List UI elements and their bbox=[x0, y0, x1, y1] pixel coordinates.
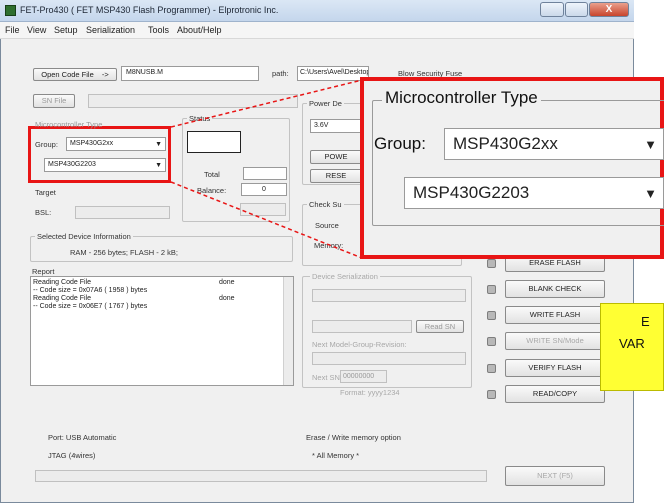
zoom-micro-type-title: Microcontroller Type bbox=[382, 88, 541, 108]
dropdown-arrow-icon: ▼ bbox=[644, 186, 657, 201]
zoom-device-select[interactable]: MSP430G2203 ▼ bbox=[404, 177, 664, 209]
zoom-device-select-value: MSP430G2203 bbox=[413, 183, 530, 202]
yellow-callout: E VAR bbox=[600, 303, 664, 391]
zoom-group-select[interactable]: MSP430G2xx ▼ bbox=[444, 128, 664, 160]
zoom-group-select-value: MSP430G2xx bbox=[453, 134, 558, 153]
zoom-micro-type-panel: Microcontroller Type Group: MSP430G2xx ▼… bbox=[360, 77, 664, 259]
dropdown-arrow-icon: ▼ bbox=[644, 137, 657, 152]
callout-line-1: E bbox=[641, 314, 650, 329]
zoom-group-label: Group: bbox=[374, 134, 426, 153]
callout-line-2: VAR bbox=[619, 336, 645, 351]
